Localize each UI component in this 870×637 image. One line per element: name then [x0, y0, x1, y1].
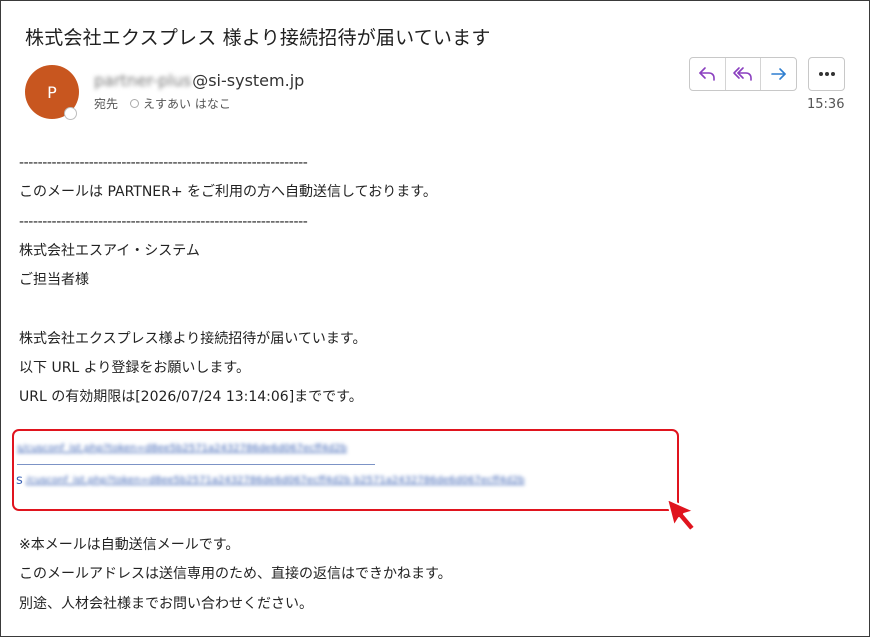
auto-send-notice: このメールは PARTNER+ をご利用の方へ自動送信しております。: [19, 184, 437, 201]
url-expiry: URL の有効期限は[2026/07/24 13:14:06]までです。: [19, 389, 363, 406]
received-time: 15:36: [807, 97, 845, 112]
register-instruction: 以下 URL より登録をお願いします。: [19, 360, 250, 377]
email-subject: 株式会社エクスプレス 様より接続招待が届いています: [25, 27, 491, 49]
recipient-name[interactable]: えすあい はなこ: [143, 95, 231, 112]
recipient-label: 宛先: [94, 97, 119, 111]
recipient-company: 株式会社エスアイ・システム: [19, 242, 200, 259]
forward-button[interactable]: [761, 58, 796, 90]
avatar-initial: P: [47, 82, 57, 102]
more-actions-button[interactable]: [808, 57, 845, 91]
reply-button[interactable]: [690, 58, 726, 90]
recipient-line: 宛先 えすあい はなこ: [94, 95, 231, 112]
sender-domain: @si-system.jp: [192, 71, 305, 90]
message-actions: [689, 57, 797, 91]
recipient-status-icon: [130, 99, 140, 108]
invite-message: 株式会社エクスプレス様より接続招待が届いています。: [19, 330, 367, 347]
email-footer: ※本メールは自動送信メールです。 このメールアドレスは送信専用のため、直接の返信…: [19, 531, 452, 619]
send-only-note: このメールアドレスは送信専用のため、直接の返信はできかねます。: [19, 566, 452, 583]
recipient-attn: ご担当者様: [19, 272, 89, 289]
reply-icon: [699, 67, 716, 81]
reply-all-button[interactable]: [726, 58, 762, 90]
cursor-pointer-icon: [666, 498, 696, 532]
contact-note: 別途、人材会社様までお問い合わせください。: [19, 595, 313, 612]
separator-line: ----------------------------------------…: [19, 213, 308, 230]
email-reading-pane: 株式会社エクスプレス 様より接続招待が届いています P partner-plus…: [0, 0, 870, 637]
reply-all-icon: [733, 67, 752, 81]
separator-line: ----------------------------------------…: [19, 155, 308, 171]
email-body: ----------------------------------------…: [19, 149, 437, 413]
sender-name-redacted: partner-plus: [94, 71, 192, 90]
link-highlight-box: [12, 429, 679, 511]
forward-icon: [770, 68, 786, 80]
auto-mail-note: ※本メールは自動送信メールです。: [19, 537, 240, 553]
presence-status-icon: [64, 107, 77, 120]
more-icon: [818, 72, 835, 76]
sender-address[interactable]: partner-plus@si-system.jp: [94, 71, 304, 90]
